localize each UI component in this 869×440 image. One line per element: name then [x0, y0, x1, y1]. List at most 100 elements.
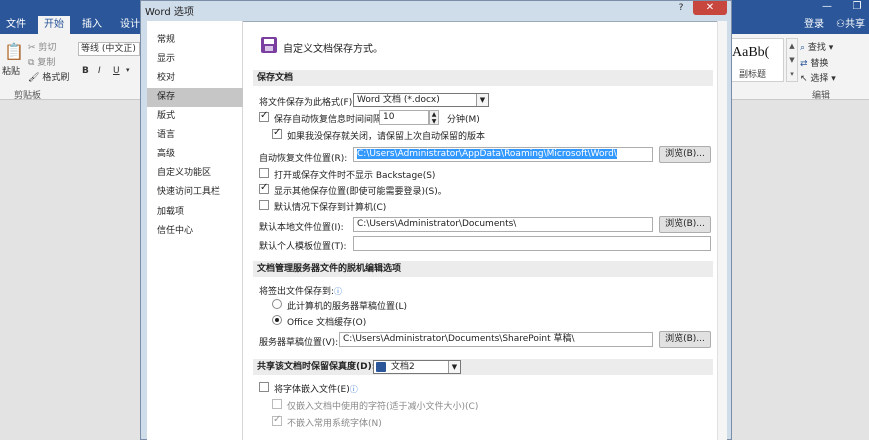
- server-drafts-radio-label: 此计算机的服务器草稿位置(L): [287, 302, 408, 312]
- server-drafts-location-label: 服务器草稿位置(V):: [259, 338, 339, 348]
- italic-button[interactable]: I: [98, 66, 101, 76]
- nav-item-advanced[interactable]: 高级: [147, 145, 243, 164]
- format-value: Word 文档 (*.docx): [357, 95, 440, 105]
- nav-item-general[interactable]: 常规: [147, 31, 243, 50]
- autorecover-location-label: 自动恢复文件位置(R):: [259, 154, 348, 164]
- no-common-fonts-checkbox[interactable]: [272, 414, 282, 426]
- underline-button[interactable]: U: [113, 66, 120, 76]
- cut-label: 剪切: [38, 43, 57, 53]
- nav-item-proofing[interactable]: 校对: [147, 69, 243, 88]
- default-local-location-input[interactable]: C:\Users\Administrator\Documents\: [353, 217, 653, 232]
- paste-button[interactable]: 粘贴: [2, 64, 20, 77]
- share-label: 共享: [844, 19, 865, 30]
- embed-fonts-text: 将字体嵌入文件(E): [274, 385, 350, 395]
- close-icon[interactable]: ✕: [693, 1, 727, 15]
- embed-used-chars-checkbox[interactable]: [272, 399, 282, 409]
- restore-icon[interactable]: ❐: [846, 0, 868, 14]
- copy-button[interactable]: ⧉ 复制: [28, 55, 55, 68]
- tab-home[interactable]: 开始: [38, 16, 70, 34]
- chevron-down-icon: ▼: [448, 361, 460, 373]
- autorecover-label: 保存自动恢复信息时间间隔(A): [274, 115, 396, 125]
- underline-dropdown-icon[interactable]: ▾: [126, 66, 130, 74]
- replace-button[interactable]: ⇄ 替换: [800, 56, 828, 69]
- nav-item-language[interactable]: 语言: [147, 126, 243, 145]
- autorecover-interval-input[interactable]: 10: [379, 110, 429, 125]
- save-to-computer-label: 默认情况下保存到计算机(C): [274, 203, 387, 213]
- cut-button[interactable]: ✂ 剪切: [28, 40, 56, 53]
- autorecover-checkbox[interactable]: [259, 110, 269, 122]
- chevron-down-icon[interactable]: ▼: [787, 53, 797, 67]
- font-name-select[interactable]: 等线 (中文正): [78, 42, 140, 56]
- keep-last-version-label: 如果我没保存就关闭，请保留上次自动保留的版本: [287, 132, 486, 142]
- nav-item-trust-center[interactable]: 信任中心: [147, 222, 243, 241]
- nav-item-display[interactable]: 显示: [147, 50, 243, 69]
- scissors-icon: ✂: [28, 43, 36, 53]
- server-drafts-radio[interactable]: [272, 299, 282, 309]
- paste-icon[interactable]: 📋: [4, 42, 24, 61]
- replace-label: 替换: [810, 59, 829, 69]
- section-offline-editing: 文档管理服务器文件的脱机编辑选项: [253, 261, 713, 277]
- fidelity-document-select[interactable]: 文档2 ▼: [373, 360, 461, 374]
- embed-fonts-label: 将字体嵌入文件(E)ⓘ: [274, 382, 358, 395]
- save-checked-out-label: 将签出文件保存到:ⓘ: [259, 284, 342, 297]
- office-cache-radio[interactable]: [272, 315, 282, 325]
- options-content: 自定义文档保存方式。 保存文档 将文件保存为此格式(F): Word 文档 (*…: [243, 21, 727, 440]
- no-backstage-checkbox[interactable]: [259, 168, 269, 178]
- browse-server-drafts-button[interactable]: 浏览(B)...: [659, 331, 711, 348]
- login-button[interactable]: 登录: [804, 16, 824, 34]
- clipboard-group-label: 剪贴板: [14, 91, 42, 101]
- save-icon: [261, 37, 277, 53]
- format-select[interactable]: Word 文档 (*.docx) ▼: [353, 93, 489, 107]
- chevron-up-icon[interactable]: ▲: [430, 111, 438, 118]
- nav-item-customize-ribbon[interactable]: 自定义功能区: [147, 164, 243, 183]
- minimize-icon[interactable]: —: [816, 0, 838, 14]
- browse-autorecover-button[interactable]: 浏览(B)...: [659, 146, 711, 163]
- more-icon[interactable]: ▾: [787, 67, 797, 81]
- brush-icon: 🖌: [28, 73, 40, 83]
- tab-file[interactable]: 文件: [0, 16, 32, 34]
- format-painter-label: 格式刷: [42, 73, 70, 83]
- document-icon: [376, 362, 386, 372]
- nav-item-save[interactable]: 保存: [147, 88, 243, 107]
- tab-insert[interactable]: 插入: [76, 16, 108, 34]
- nav-item-quick-access[interactable]: 快速访问工具栏: [147, 183, 243, 202]
- bold-button[interactable]: B: [82, 66, 89, 76]
- section-fidelity: 共享该文档时保留保真度(D):: [253, 359, 713, 375]
- options-nav: 常规 显示 校对 保存 版式 语言 高级 自定义功能区 快速访问工具栏 加载项 …: [147, 21, 243, 440]
- styles-scroll[interactable]: ▲ ▼ ▾: [786, 38, 798, 82]
- save-to-computer-checkbox[interactable]: [259, 200, 269, 210]
- nav-item-addins[interactable]: 加载项: [147, 203, 243, 222]
- info-icon: ⓘ: [349, 385, 358, 394]
- styles-gallery[interactable]: AaBb( 副标题: [728, 38, 784, 82]
- info-icon: ⓘ: [334, 287, 343, 296]
- editing-group-label: 编辑: [812, 91, 831, 101]
- nav-item-layout[interactable]: 版式: [147, 107, 243, 126]
- content-scrollbar[interactable]: [717, 21, 727, 440]
- embed-fonts-checkbox[interactable]: [259, 382, 269, 392]
- help-icon[interactable]: ?: [671, 1, 691, 15]
- keep-last-version-checkbox[interactable]: [272, 127, 282, 139]
- chevron-up-icon[interactable]: ▲: [787, 39, 797, 53]
- chevron-down-icon[interactable]: ▼: [430, 118, 438, 125]
- share-button[interactable]: ⚇共享: [836, 16, 865, 34]
- minutes-label: 分钟(M): [447, 115, 480, 125]
- find-button[interactable]: ⌕ 查找 ▾: [800, 40, 833, 53]
- interval-spinner[interactable]: ▲ ▼: [429, 110, 439, 125]
- template-location-input[interactable]: [353, 236, 711, 251]
- default-local-location-label: 默认本地文件位置(I):: [259, 223, 344, 233]
- browse-default-location-button[interactable]: 浏览(B)...: [659, 216, 711, 233]
- autorecover-location-input[interactable]: C:\Users\Administrator\AppData\Roaming\M…: [353, 147, 653, 162]
- person-icon: ⚇: [836, 19, 845, 30]
- show-other-locations-checkbox[interactable]: [259, 182, 269, 194]
- page-header: 自定义文档保存方式。: [283, 44, 383, 55]
- cursor-icon: ↖: [800, 74, 808, 84]
- save-checked-out-text: 将签出文件保存到:: [259, 287, 335, 297]
- styles-sample: AaBb(: [732, 45, 770, 60]
- search-icon: ⌕: [800, 43, 806, 53]
- select-button[interactable]: ↖ 选择 ▾: [800, 71, 836, 84]
- server-drafts-location-input[interactable]: C:\Users\Administrator\Documents\SharePo…: [339, 332, 653, 347]
- find-label: 查找: [807, 43, 826, 53]
- format-painter-button[interactable]: 🖌 格式刷: [28, 70, 69, 83]
- embed-used-chars-label: 仅嵌入文档中使用的字符(适于减小文件大小)(C): [287, 402, 479, 412]
- chevron-down-icon: ▼: [476, 94, 488, 106]
